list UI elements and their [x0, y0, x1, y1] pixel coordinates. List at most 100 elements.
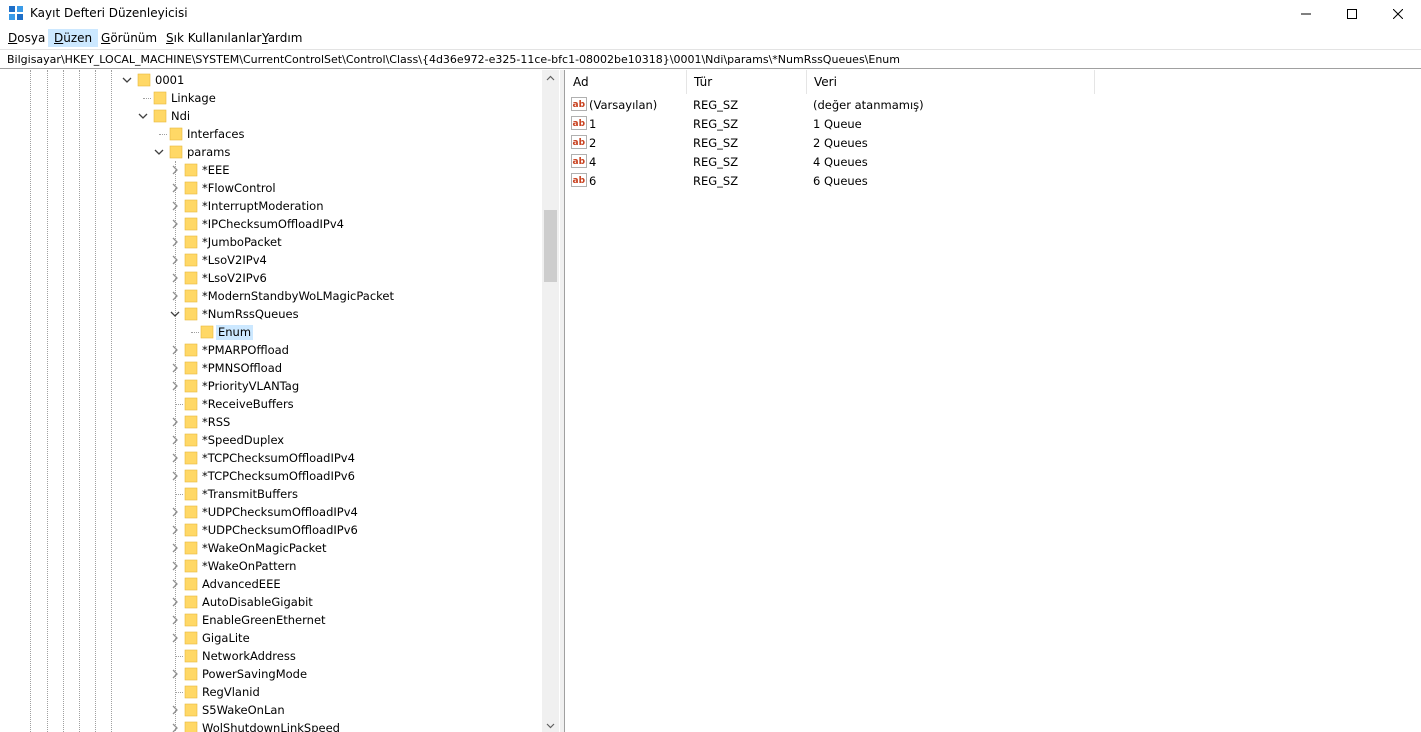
- close-button[interactable]: [1375, 0, 1421, 28]
- chevron-down-icon[interactable]: [153, 146, 165, 158]
- tree-item[interactable]: *LsoV2IPv6: [0, 269, 540, 287]
- minimize-button[interactable]: [1283, 0, 1329, 28]
- chevron-right-icon[interactable]: [169, 434, 181, 446]
- column-header-veri[interactable]: Veri: [807, 70, 1095, 94]
- chevron-right-icon[interactable]: [169, 578, 181, 590]
- scroll-up-icon[interactable]: [546, 74, 555, 83]
- value-row[interactable]: ab 2 REG_SZ 2 Queues: [566, 133, 1421, 152]
- chevron-right-icon[interactable]: [169, 632, 181, 644]
- value-row[interactable]: ab 1 REG_SZ 1 Queue: [566, 114, 1421, 133]
- value-list[interactable]: Ad Tür Veri ab (Varsayılan) REG_SZ (değer a…: [566, 70, 1421, 732]
- tree-item[interactable]: RegVlanid: [0, 683, 540, 701]
- value-row[interactable]: ab (Varsayılan) REG_SZ (değer atanmamış): [566, 95, 1421, 114]
- column-header-tur[interactable]: Tür: [687, 70, 807, 94]
- tree-item[interactable]: *TCPChecksumOffloadIPv6: [0, 467, 540, 485]
- tree-item[interactable]: *ModernStandbyWoLMagicPacket: [0, 287, 540, 305]
- chevron-right-icon[interactable]: [169, 362, 181, 374]
- tree-item[interactable]: *TCPChecksumOffloadIPv4: [0, 449, 540, 467]
- chevron-right-icon[interactable]: [169, 596, 181, 608]
- tree-item[interactable]: *FlowControl: [0, 179, 540, 197]
- tree-item[interactable]: Enum: [0, 323, 540, 341]
- chevron-right-icon[interactable]: [169, 290, 181, 302]
- chevron-right-icon[interactable]: [169, 200, 181, 212]
- tree-item[interactable]: AdvancedEEE: [0, 575, 540, 593]
- tree-item[interactable]: *WakeOnPattern: [0, 557, 540, 575]
- tree-item[interactable]: Linkage: [0, 89, 540, 107]
- chevron-right-icon[interactable]: [169, 254, 181, 266]
- tree-scrollbar[interactable]: [542, 70, 559, 732]
- folder-icon: [184, 307, 198, 321]
- chevron-down-icon[interactable]: [121, 74, 133, 86]
- address-bar[interactable]: Bilgisayar\HKEY_LOCAL_MACHINE\SYSTEM\Cur…: [0, 49, 1421, 69]
- chevron-right-icon[interactable]: [169, 236, 181, 248]
- chevron-right-icon[interactable]: [169, 218, 181, 230]
- folder-icon: [184, 379, 198, 393]
- tree-item[interactable]: *IPChecksumOffloadIPv4: [0, 215, 540, 233]
- tree-item[interactable]: *PMNSOffload: [0, 359, 540, 377]
- maximize-button[interactable]: [1329, 0, 1375, 28]
- chevron-right-icon[interactable]: [169, 722, 181, 732]
- tree-item[interactable]: *SpeedDuplex: [0, 431, 540, 449]
- tree-item[interactable]: params: [0, 143, 540, 161]
- tree-item[interactable]: *PriorityVLANTag: [0, 377, 540, 395]
- chevron-right-icon[interactable]: [169, 344, 181, 356]
- chevron-right-icon[interactable]: [169, 542, 181, 554]
- tree-item[interactable]: 0001: [0, 71, 540, 89]
- chevron-right-icon[interactable]: [169, 182, 181, 194]
- tree-item[interactable]: Interfaces: [0, 125, 540, 143]
- chevron-right-icon[interactable]: [169, 506, 181, 518]
- tree-item-label: AdvancedEEE: [202, 577, 281, 591]
- menu-duzen[interactable]: Düzen: [48, 29, 99, 47]
- tree-item[interactable]: EnableGreenEthernet: [0, 611, 540, 629]
- tree-item[interactable]: *PMARPOffload: [0, 341, 540, 359]
- chevron-right-icon[interactable]: [169, 668, 181, 680]
- tree-item[interactable]: *TransmitBuffers: [0, 485, 540, 503]
- value-data: 2 Queues: [813, 136, 868, 150]
- chevron-right-icon[interactable]: [169, 380, 181, 392]
- chevron-right-icon[interactable]: [169, 470, 181, 482]
- value-row[interactable]: ab 4 REG_SZ 4 Queues: [566, 152, 1421, 171]
- menu-dosya[interactable]: Dosya: [2, 29, 51, 47]
- tree-item[interactable]: *InterruptModeration: [0, 197, 540, 215]
- value-row[interactable]: ab 6 REG_SZ 6 Queues: [566, 171, 1421, 190]
- chevron-right-icon[interactable]: [169, 614, 181, 626]
- chevron-down-icon[interactable]: [169, 308, 181, 320]
- folder-icon: [184, 649, 198, 663]
- menu-gorunum[interactable]: Görünüm: [95, 29, 163, 47]
- tree-item[interactable]: *RSS: [0, 413, 540, 431]
- chevron-right-icon[interactable]: [169, 704, 181, 716]
- scrollbar-thumb[interactable]: [544, 210, 557, 282]
- chevron-right-icon[interactable]: [169, 272, 181, 284]
- chevron-right-icon[interactable]: [169, 452, 181, 464]
- menu-sik-kullanilanlar[interactable]: Sık Kullanılanlar: [160, 29, 267, 47]
- tree-item-label: AutoDisableGigabit: [202, 595, 313, 609]
- menu-yardim[interactable]: Yardım: [256, 29, 308, 47]
- tree-item[interactable]: *NumRssQueues: [0, 305, 540, 323]
- tree-item[interactable]: PowerSavingMode: [0, 665, 540, 683]
- tree-item[interactable]: *UDPChecksumOffloadIPv4: [0, 503, 540, 521]
- scroll-down-icon[interactable]: [546, 721, 555, 730]
- column-header-ad[interactable]: Ad: [566, 70, 687, 94]
- tree-item[interactable]: NetworkAddress: [0, 647, 540, 665]
- tree-item[interactable]: *WakeOnMagicPacket: [0, 539, 540, 557]
- chevron-down-icon[interactable]: [137, 110, 149, 122]
- menu-label: üzen: [63, 31, 93, 45]
- chevron-right-icon[interactable]: [169, 560, 181, 572]
- chevron-right-icon[interactable]: [169, 416, 181, 428]
- pane-splitter[interactable]: [560, 70, 565, 732]
- tree-item[interactable]: *ReceiveBuffers: [0, 395, 540, 413]
- tree-item[interactable]: AutoDisableGigabit: [0, 593, 540, 611]
- tree-item[interactable]: Ndi: [0, 107, 540, 125]
- chevron-right-icon[interactable]: [169, 524, 181, 536]
- folder-icon: [184, 523, 198, 537]
- registry-tree[interactable]: 0001 Linkage Ndi Interfaces params *EEE *FlowC…: [0, 70, 560, 732]
- tree-item[interactable]: GigaLite: [0, 629, 540, 647]
- tree-item[interactable]: S5WakeOnLan: [0, 701, 540, 719]
- tree-item[interactable]: *EEE: [0, 161, 540, 179]
- tree-item[interactable]: *LsoV2IPv4: [0, 251, 540, 269]
- tree-item[interactable]: *UDPChecksumOffloadIPv6: [0, 521, 540, 539]
- tree-item[interactable]: *JumboPacket: [0, 233, 540, 251]
- tree-item[interactable]: WolShutdownLinkSpeed: [0, 719, 540, 732]
- menu-bar: Dosya Düzen Görünüm Sık Kullanılanlar Ya…: [0, 28, 1421, 48]
- chevron-right-icon[interactable]: [169, 164, 181, 176]
